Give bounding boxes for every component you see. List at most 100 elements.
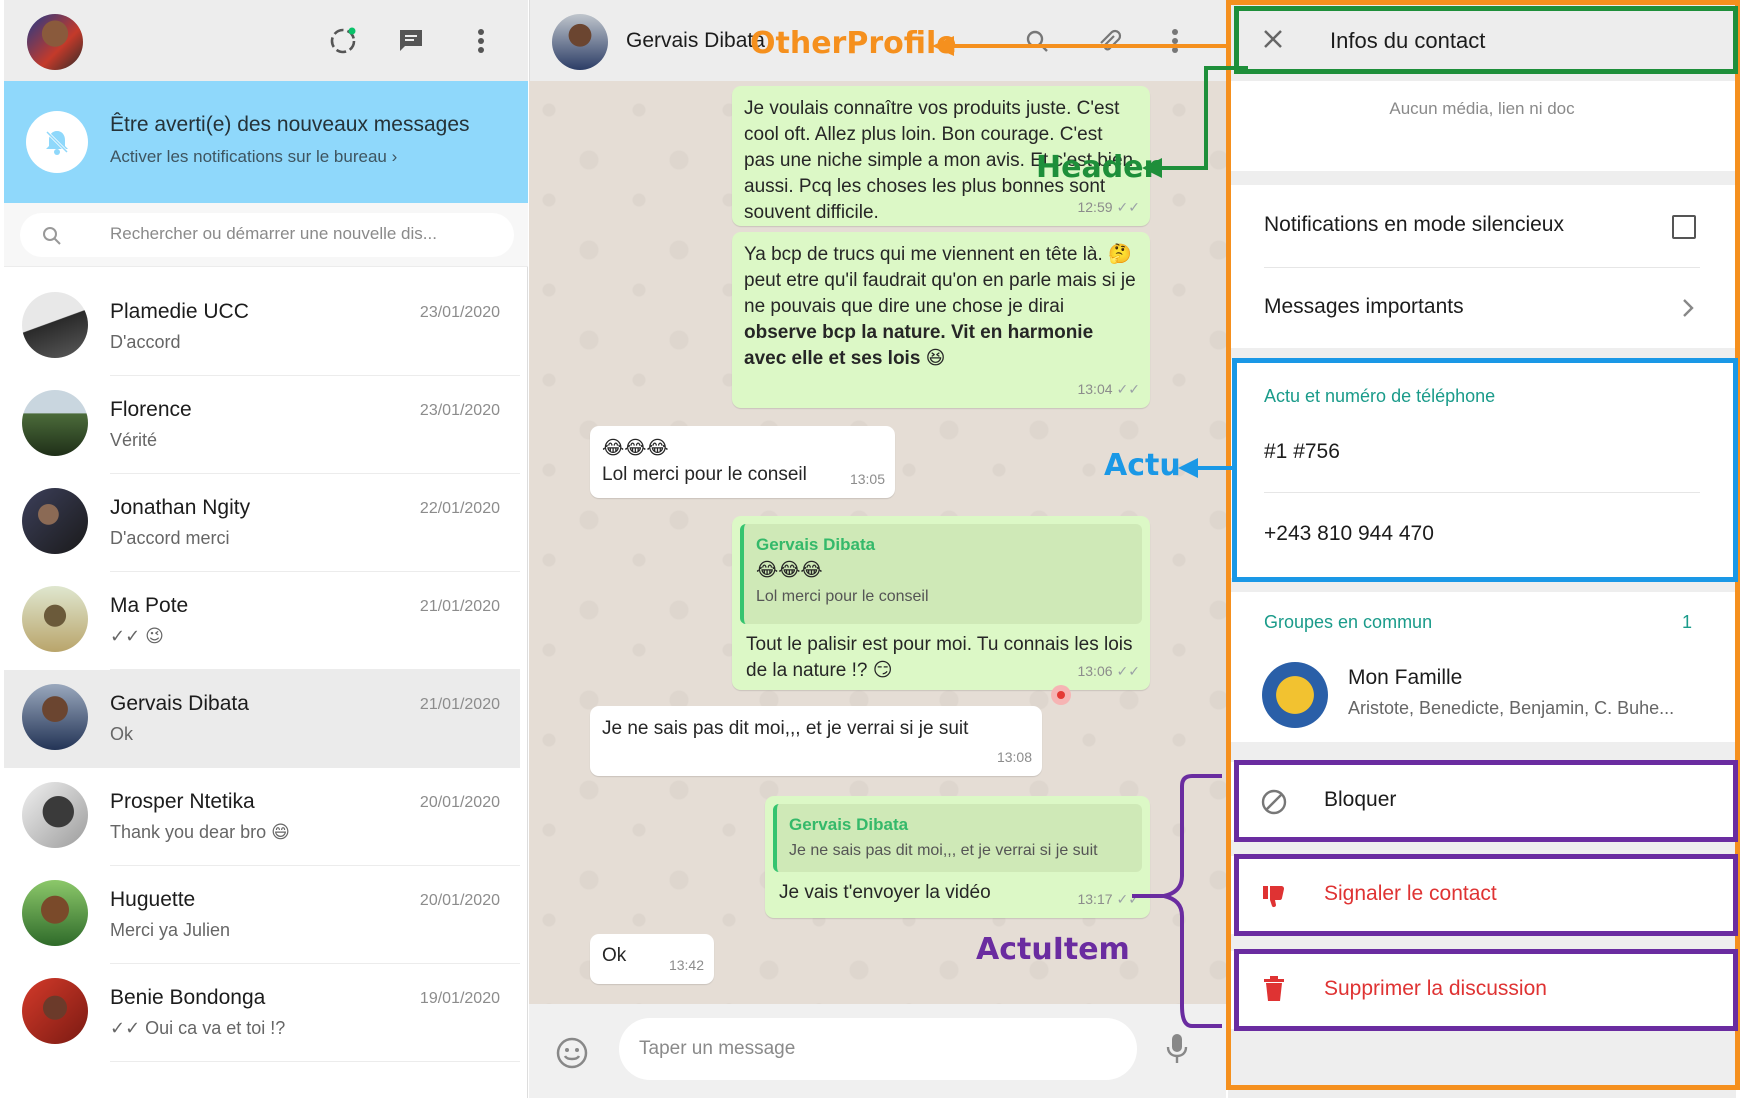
avatar	[22, 978, 88, 1044]
starred-messages-label: Messages importants	[1264, 295, 1464, 318]
quoted-message[interactable]: Gervais Dibata 😂😂😂 Lol merci pour le con…	[740, 524, 1142, 624]
chat-date: 20/01/2020	[419, 794, 500, 811]
menu-icon[interactable]	[1158, 24, 1192, 58]
groups-section: Groupes en commun 1 Mon Famille Aristote…	[1228, 592, 1736, 742]
message-input[interactable]: Taper un message	[619, 1018, 1137, 1080]
chat-date: 19/01/2020	[419, 990, 500, 1007]
chat-date: 21/01/2020	[419, 598, 500, 615]
annotation-actu-label: Actu	[1104, 448, 1181, 483]
microphone-icon[interactable]	[1165, 1032, 1189, 1071]
chat-last-message: D'accord merci	[110, 528, 230, 548]
delete-chat-row[interactable]: Supprimer la discussion	[1228, 951, 1736, 1029]
attach-icon[interactable]	[1092, 24, 1126, 58]
new-chat-icon[interactable]	[394, 24, 428, 58]
close-icon[interactable]	[1262, 28, 1284, 55]
chat-date: 23/01/2020	[419, 402, 500, 419]
search-box[interactable]: Rechercher ou démarrer une nouvelle dis.…	[20, 213, 514, 257]
menu-icon[interactable]	[464, 24, 498, 58]
message-incoming[interactable]: Je ne sais pas dit moi,,, et je verrai s…	[590, 706, 1042, 776]
chat-name: Prosper Ntetika	[110, 790, 255, 813]
group-name: Mon Famille	[1348, 666, 1463, 689]
block-label: Bloquer	[1324, 788, 1397, 811]
chat-name: Jonathan Ngity	[110, 496, 251, 519]
search-icon[interactable]	[1020, 24, 1054, 58]
mute-row[interactable]: Notifications en mode silencieux	[1228, 185, 1736, 267]
block-icon	[1260, 788, 1288, 821]
chat-row-plamedie[interactable]: Plamedie UCC 23/01/2020 D'accord	[4, 278, 520, 376]
contact-name[interactable]: Gervais Dibata	[626, 29, 765, 53]
annotation-otherprofile-label: OtherProfile	[750, 26, 957, 61]
chat-name: Gervais Dibata	[110, 692, 249, 715]
groups-section-title: Groupes en commun	[1264, 612, 1433, 632]
chat-last-message: Ok	[110, 724, 134, 744]
phone-number[interactable]: +243 810 944 470	[1264, 522, 1434, 546]
message-text: Ya bcp de trucs qui me viennent en tête …	[744, 244, 1136, 369]
message-time: 13:04 ✓✓	[1077, 381, 1140, 397]
message-outgoing[interactable]: Gervais Dibata Je ne sais pas dit moi,,,…	[765, 796, 1150, 918]
whatsapp-web-app: Être averti(e) des nouveaux messages Act…	[0, 0, 1756, 1098]
chat-last-message: ✓✓ Oui ca va et toi !?	[110, 1018, 286, 1038]
chat-row-huguette[interactable]: Huguette 20/01/2020 Merci ya Julien	[4, 866, 520, 964]
chat-date: 21/01/2020	[419, 696, 500, 713]
chat-name: Plamedie UCC	[110, 300, 249, 323]
record-indicator-icon	[1051, 685, 1071, 705]
read-ticks-icon: ✓✓	[1116, 891, 1140, 907]
avatar	[22, 684, 88, 750]
message-incoming[interactable]: 😂😂😂 Lol merci pour le conseil 13:05	[590, 426, 895, 498]
message-emoji: 😂😂😂	[602, 438, 669, 459]
group-avatar	[1262, 662, 1328, 728]
contact-info-title: Infos du contact	[1330, 28, 1486, 53]
group-row[interactable]: Mon Famille Aristote, Benedicte, Benjami…	[1228, 652, 1736, 742]
contact-info-header: Infos du contact	[1228, 0, 1736, 81]
about-section-title: Actu et numéro de téléphone	[1264, 386, 1496, 406]
annotation-header-label: Header	[1036, 150, 1159, 185]
search-icon	[42, 226, 62, 251]
search-input[interactable]: Rechercher ou démarrer une nouvelle dis.…	[110, 224, 437, 244]
bell-off-icon	[26, 111, 88, 173]
chat-last-message: Vérité	[110, 430, 158, 450]
quoted-emoji: 😂😂😂	[756, 560, 823, 581]
quoted-message[interactable]: Gervais Dibata Je ne sais pas dit moi,,,…	[773, 804, 1142, 872]
media-section[interactable]: Aucun média, lien ni doc	[1228, 81, 1736, 171]
chat-row-prosper[interactable]: Prosper Ntetika 20/01/2020 Thank you dea…	[4, 768, 520, 866]
status-icon[interactable]	[326, 24, 360, 58]
enable-notifications-link[interactable]: Activer les notifications sur le bureau …	[110, 147, 397, 167]
chat-row-gervais[interactable]: Gervais Dibata 21/01/2020 Ok	[4, 670, 520, 768]
group-members: Aristote, Benedicte, Benjamin, C. Buhe..…	[1348, 698, 1675, 718]
report-row[interactable]: Signaler le contact	[1228, 856, 1736, 934]
contact-avatar[interactable]	[552, 14, 608, 70]
message-time: 13:42	[668, 957, 704, 973]
read-ticks-icon: ✓✓	[1116, 199, 1140, 215]
annotation-actuitem-label: ActuItem	[976, 932, 1130, 967]
about-section: Actu et numéro de téléphone #1 #756 +243…	[1228, 360, 1736, 578]
message-outgoing[interactable]: Gervais Dibata 😂😂😂 Lol merci pour le con…	[732, 516, 1150, 690]
chat-row-benie[interactable]: Benie Bondonga 19/01/2020 ✓✓ Oui ca va e…	[4, 964, 520, 1062]
mute-label: Notifications en mode silencieux	[1264, 213, 1564, 236]
chat-row-ma-pote[interactable]: Ma Pote 21/01/2020 ✓✓ 😉	[4, 572, 520, 670]
message-outgoing[interactable]: Ya bcp de trucs qui me viennent en tête …	[732, 232, 1150, 408]
chat-name: Huguette	[110, 888, 196, 911]
chevron-right-icon	[1682, 298, 1694, 323]
thumbs-down-icon	[1260, 882, 1288, 915]
emoji-icon[interactable]	[555, 1036, 589, 1075]
chat-row-jonathan[interactable]: Jonathan Ngity 22/01/2020 D'accord merci	[4, 474, 520, 572]
message-incoming[interactable]: Ok 13:42	[590, 934, 714, 984]
block-row[interactable]: Bloquer	[1228, 762, 1736, 840]
mute-checkbox[interactable]	[1672, 215, 1696, 239]
about-text: #1 #756	[1264, 440, 1340, 463]
starred-messages-row[interactable]: Messages importants	[1228, 268, 1736, 348]
avatar	[22, 782, 88, 848]
my-avatar[interactable]	[27, 14, 83, 70]
quoted-text: Je ne sais pas dit moi,,, et je verrai s…	[789, 842, 1098, 859]
sidebar-header	[4, 0, 528, 81]
chat-row-florence[interactable]: Florence 23/01/2020 Vérité	[4, 376, 520, 474]
notification-banner[interactable]: Être averti(e) des nouveaux messages Act…	[4, 81, 528, 203]
report-label: Signaler le contact	[1324, 882, 1497, 905]
message-text: Je ne sais pas dit moi,,, et je verrai s…	[602, 718, 969, 739]
notification-title: Être averti(e) des nouveaux messages	[110, 113, 470, 136]
chat-sidebar: Être averti(e) des nouveaux messages Act…	[4, 0, 528, 1098]
quoted-author: Gervais Dibata	[789, 815, 909, 834]
message-time: 13:05	[849, 471, 885, 487]
chat-last-message: D'accord	[110, 332, 181, 352]
chat-name: Ma Pote	[110, 594, 189, 617]
